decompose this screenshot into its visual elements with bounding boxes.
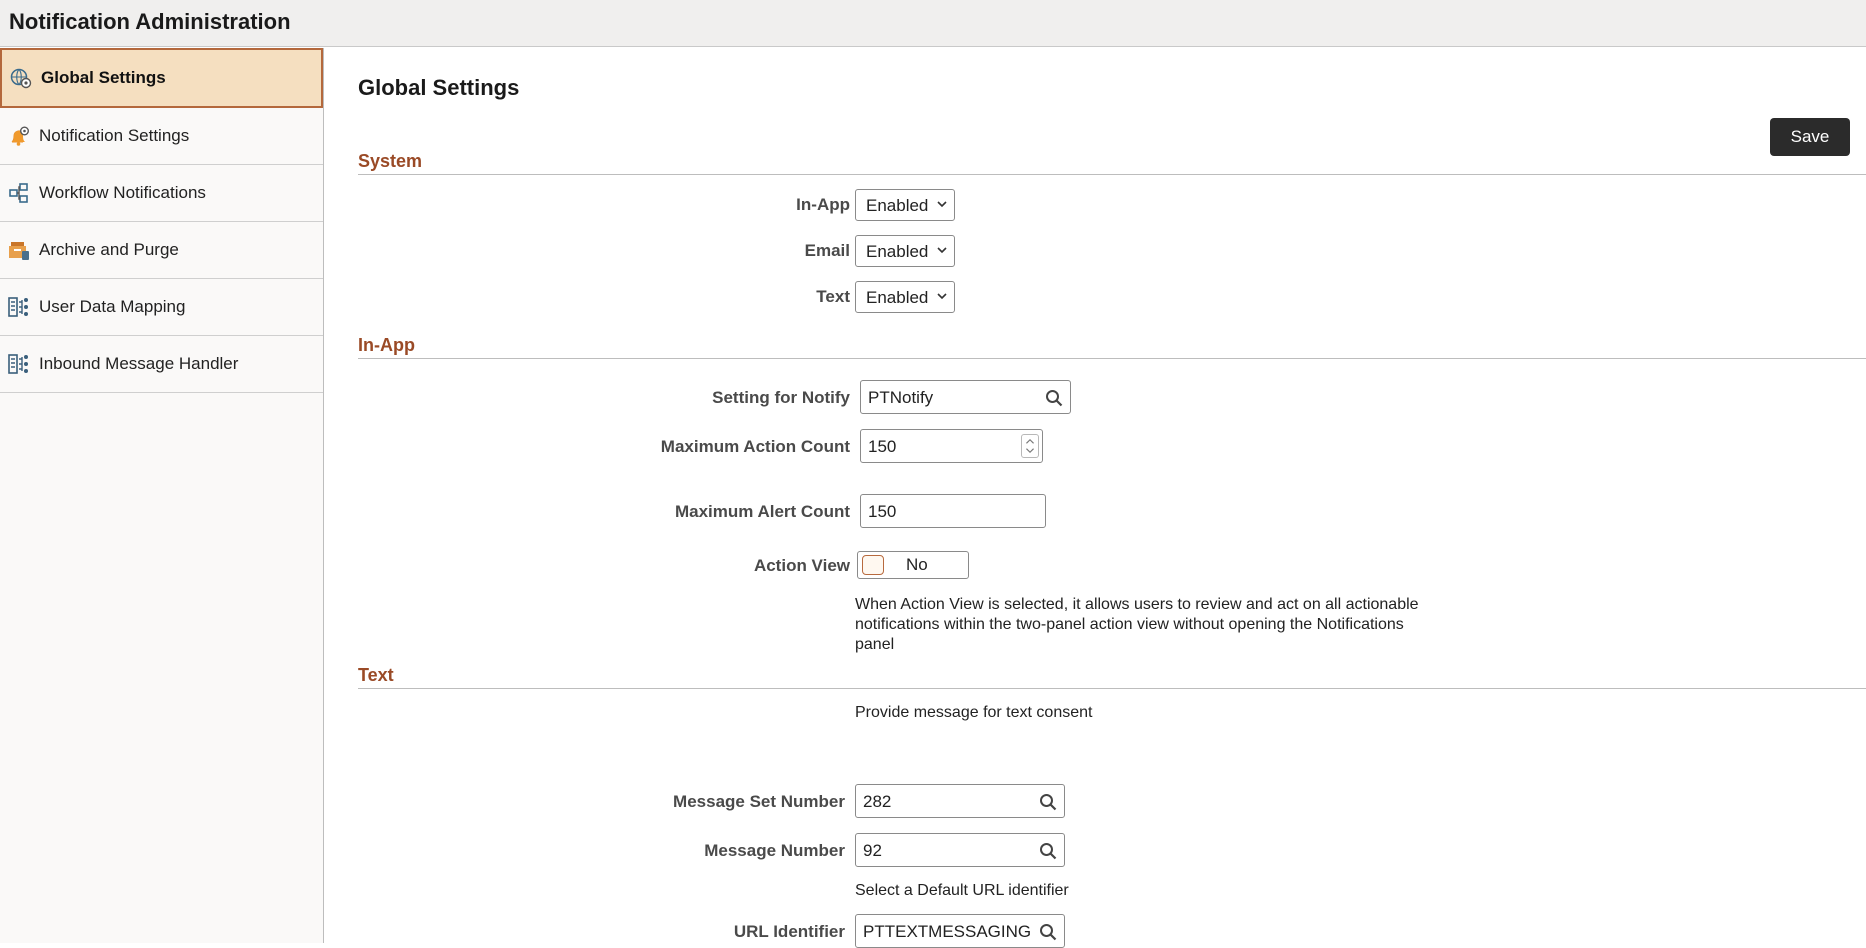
setting-for-notify-label: Setting for Notify bbox=[712, 388, 850, 407]
archive-icon bbox=[9, 242, 29, 260]
email-select[interactable]: Enabled bbox=[855, 235, 955, 267]
data-mapping-icon bbox=[8, 297, 28, 317]
message-set-number-field[interactable]: 282 bbox=[855, 784, 1065, 818]
message-number-label: Message Number bbox=[704, 841, 845, 860]
workflow-icon bbox=[9, 183, 28, 203]
section-heading-system: System bbox=[358, 151, 1866, 175]
message-set-number-value: 282 bbox=[863, 792, 892, 811]
sidebar-item-label: Global Settings bbox=[41, 68, 166, 87]
toggle-knob bbox=[862, 555, 884, 575]
action-view-toggle[interactable]: No bbox=[857, 551, 969, 579]
maximum-alert-count-label: Maximum Alert Count bbox=[674, 502, 850, 521]
url-identifier-help: Select a Default URL identifier bbox=[855, 882, 1069, 899]
sidebar-item-user-data-mapping[interactable]: User Data Mapping bbox=[0, 279, 323, 336]
text-label: Text bbox=[816, 287, 850, 306]
spinner-arrows-icon[interactable] bbox=[1021, 434, 1039, 458]
action-view-label: Action View bbox=[753, 556, 850, 575]
action-view-value: No bbox=[906, 555, 928, 574]
sidebar-item-workflow-notifications[interactable]: Workflow Notifications bbox=[0, 165, 323, 222]
search-icon[interactable] bbox=[1039, 923, 1057, 941]
sidebar: Global Settings Notification Settings Wo… bbox=[0, 48, 324, 943]
email-label: Email bbox=[804, 241, 850, 260]
maximum-alert-count-field[interactable]: 150 bbox=[860, 494, 1046, 528]
url-identifier-label: URL Identifier bbox=[733, 922, 845, 941]
setting-for-notify-field[interactable]: PTNotify bbox=[860, 380, 1071, 414]
text-select-value: Enabled bbox=[866, 288, 929, 307]
url-identifier-value: PTTEXTMESSAGING bbox=[863, 922, 1032, 941]
text-select[interactable]: Enabled bbox=[855, 281, 955, 313]
bell-gear-icon bbox=[11, 126, 29, 146]
in-app-select-value: Enabled bbox=[866, 196, 929, 215]
chevron-down-icon bbox=[937, 201, 947, 208]
sidebar-item-label: Inbound Message Handler bbox=[39, 354, 239, 373]
chevron-down-icon bbox=[937, 247, 947, 254]
main-content: Global Settings Save System In-App Enabl… bbox=[325, 48, 1866, 948]
maximum-action-count-label: Maximum Action Count bbox=[660, 437, 850, 456]
in-app-select[interactable]: Enabled bbox=[855, 189, 955, 221]
sidebar-item-label: Archive and Purge bbox=[39, 240, 179, 259]
sidebar-item-notification-settings[interactable]: Notification Settings bbox=[0, 108, 323, 165]
maximum-alert-count-value: 150 bbox=[868, 502, 897, 521]
message-number-field[interactable]: 92 bbox=[855, 833, 1065, 867]
search-icon[interactable] bbox=[1045, 389, 1063, 407]
app-title: Notification Administration bbox=[9, 9, 291, 34]
message-handler-icon bbox=[8, 354, 28, 374]
message-set-number-label: Message Set Number bbox=[673, 792, 845, 811]
sidebar-item-label: Workflow Notifications bbox=[39, 183, 206, 202]
text-consent-help: Provide message for text consent bbox=[855, 704, 1093, 721]
maximum-action-count-stepper[interactable]: 150 bbox=[860, 429, 1043, 463]
page-title: Global Settings bbox=[358, 75, 520, 100]
sidebar-item-label: Notification Settings bbox=[39, 126, 190, 145]
search-icon[interactable] bbox=[1039, 793, 1057, 811]
in-app-label: In-App bbox=[796, 195, 850, 214]
action-view-help-text: When Action View is selected, it allows … bbox=[855, 596, 1419, 653]
sidebar-item-archive-and-purge[interactable]: Archive and Purge bbox=[0, 222, 323, 279]
chevron-down-icon bbox=[937, 293, 947, 300]
sidebar-item-inbound-message-handler[interactable]: Inbound Message Handler bbox=[0, 336, 323, 393]
maximum-action-count-value: 150 bbox=[868, 437, 897, 456]
sidebar-item-global-settings[interactable]: Global Settings bbox=[0, 48, 323, 108]
search-icon[interactable] bbox=[1039, 842, 1057, 860]
header-bar: Notification Administration bbox=[0, 0, 1866, 47]
section-heading-text: Text bbox=[358, 665, 1866, 689]
section-heading-in-app: In-App bbox=[358, 335, 1866, 359]
setting-for-notify-value: PTNotify bbox=[868, 388, 934, 407]
message-number-value: 92 bbox=[863, 841, 882, 860]
global-settings-icon bbox=[10, 68, 32, 89]
sidebar-item-label: User Data Mapping bbox=[39, 297, 186, 316]
email-select-value: Enabled bbox=[866, 242, 929, 261]
